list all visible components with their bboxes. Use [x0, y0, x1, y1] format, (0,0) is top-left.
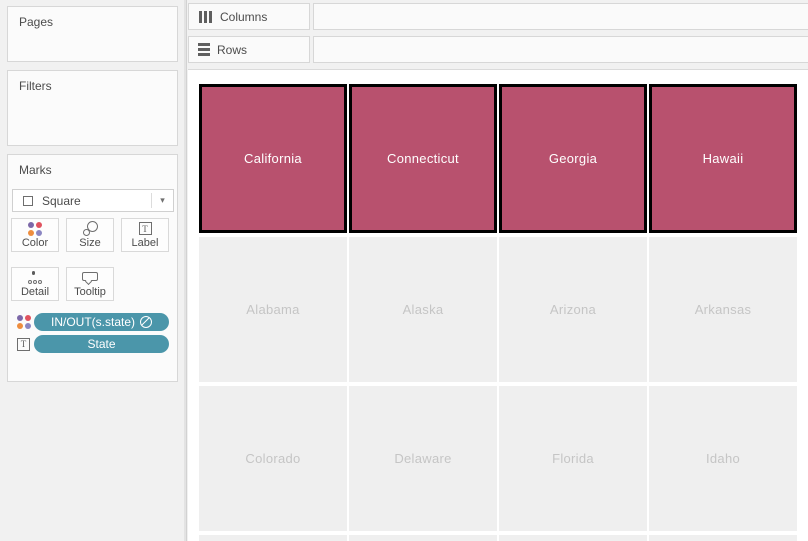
pill-state-label: State: [87, 337, 115, 351]
state-square[interactable]: Delaware: [349, 386, 497, 531]
pill-row-state: State: [13, 335, 169, 353]
text-icon: [13, 338, 34, 351]
state-label: Georgia: [549, 151, 597, 166]
columns-icon: [199, 11, 212, 23]
viz-canvas: California Connecticut Georgia Hawaii Alabam…: [188, 69, 808, 541]
state-square[interactable]: California: [199, 84, 347, 233]
label-button-label: Label: [132, 237, 159, 249]
columns-shelf-droparea[interactable]: [313, 3, 808, 30]
detail-button-label: Detail: [21, 286, 49, 298]
color-button-label: Color: [22, 237, 48, 249]
state-square[interactable]: Arkansas: [649, 237, 797, 382]
color-icon: [28, 220, 42, 237]
filters-card[interactable]: Filters: [7, 70, 178, 146]
rows-icon: [198, 43, 210, 56]
marks-card-title: Marks: [19, 163, 52, 177]
pill-in-out-s-state[interactable]: IN/OUT(s.state): [34, 313, 169, 331]
state-square[interactable]: Arizona: [499, 237, 647, 382]
state-square[interactable]: Hawaii: [649, 84, 797, 233]
state-label: Arkansas: [695, 302, 752, 317]
tooltip-icon: [82, 269, 98, 286]
marks-card: Marks Square ▾ Color Size Label: [7, 154, 178, 382]
mark-type-value: Square: [42, 194, 151, 208]
pill-state[interactable]: State: [34, 335, 169, 353]
size-button[interactable]: Size: [66, 218, 114, 252]
state-label: California: [244, 151, 302, 166]
pill-row-in-out: IN/OUT(s.state): [13, 313, 169, 331]
color-button[interactable]: Color: [11, 218, 59, 252]
set-icon: [140, 316, 152, 328]
state-label: Connecticut: [387, 151, 459, 166]
state-square[interactable]: Alabama: [199, 237, 347, 382]
state-square[interactable]: [199, 535, 347, 541]
state-label: Delaware: [394, 451, 451, 466]
state-square[interactable]: [499, 535, 647, 541]
rows-shelf-droparea[interactable]: [313, 36, 808, 63]
filters-card-title: Filters: [19, 79, 52, 93]
columns-shelf-label: Columns: [220, 10, 267, 24]
rows-shelf-label: Rows: [217, 43, 247, 57]
detail-icon: [28, 269, 43, 286]
state-square[interactable]: Georgia: [499, 84, 647, 233]
columns-shelf-header: Columns: [188, 3, 310, 30]
label-button[interactable]: Label: [121, 218, 169, 252]
state-square[interactable]: Connecticut: [349, 84, 497, 233]
pages-card[interactable]: Pages: [7, 6, 178, 62]
pill-in-out-label: IN/OUT(s.state): [51, 315, 135, 329]
tableau-workspace: Pages Filters Marks Square ▾ Color Size: [0, 0, 808, 541]
chevron-down-icon[interactable]: ▾: [152, 195, 173, 206]
state-square[interactable]: Idaho: [649, 386, 797, 531]
state-label: Arizona: [550, 302, 596, 317]
state-square[interactable]: [649, 535, 797, 541]
state-label: Alaska: [403, 302, 444, 317]
rows-shelf-header: Rows: [188, 36, 310, 63]
state-square[interactable]: Alaska: [349, 237, 497, 382]
state-label: Florida: [552, 451, 594, 466]
tooltip-button[interactable]: Tooltip: [66, 267, 114, 301]
state-square[interactable]: Florida: [499, 386, 647, 531]
detail-button[interactable]: Detail: [11, 267, 59, 301]
color-dots-icon: [13, 315, 34, 329]
state-square[interactable]: Colorado: [199, 386, 347, 531]
mark-type-dropdown[interactable]: Square ▾: [12, 189, 174, 212]
state-square[interactable]: [349, 535, 497, 541]
size-button-label: Size: [79, 237, 100, 249]
state-label: Colorado: [245, 451, 300, 466]
state-label: Hawaii: [703, 151, 744, 166]
state-label: Alabama: [246, 302, 299, 317]
square-mark-icon: [23, 196, 33, 206]
state-label: Idaho: [706, 451, 740, 466]
tooltip-button-label: Tooltip: [74, 286, 106, 298]
label-icon: [139, 220, 152, 237]
size-icon: [83, 220, 98, 237]
pane-divider[interactable]: [184, 0, 187, 541]
pages-card-title: Pages: [19, 15, 53, 29]
